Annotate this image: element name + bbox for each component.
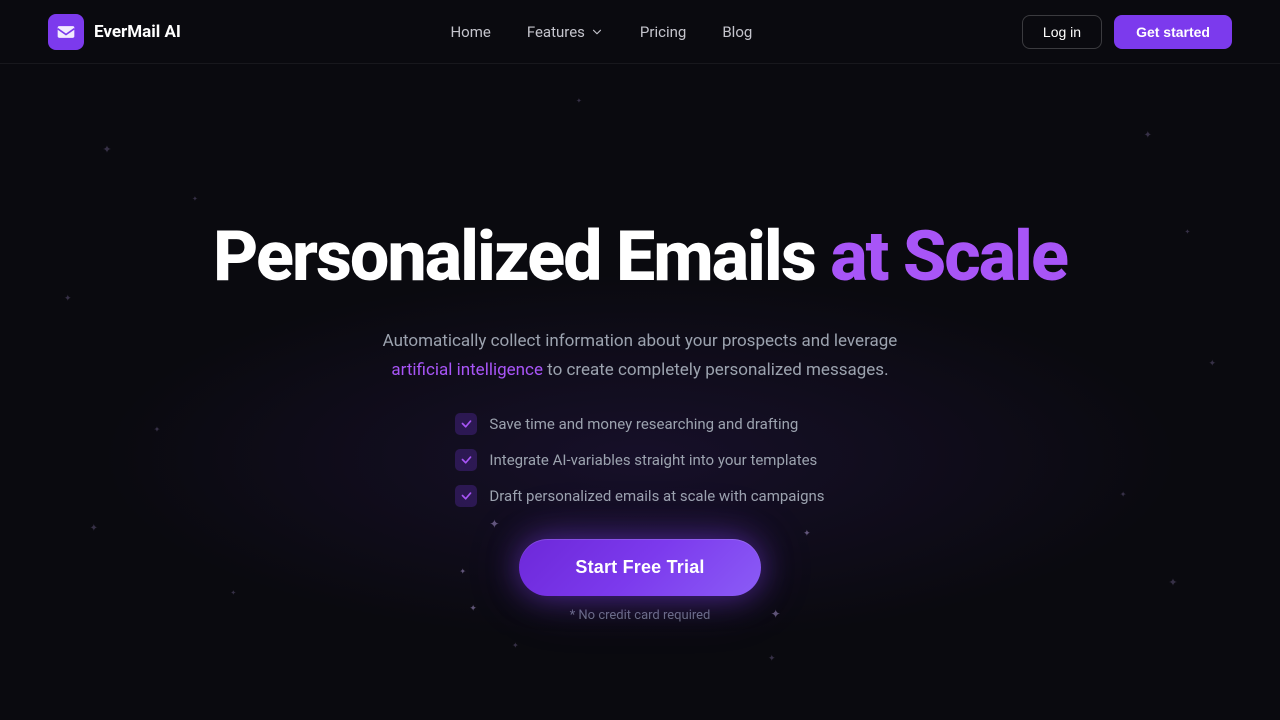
start-trial-button[interactable]: Start Free Trial: [519, 539, 760, 596]
checklist-label-1: Save time and money researching and draf…: [489, 415, 798, 433]
feature-checklist: Save time and money researching and draf…: [455, 413, 824, 507]
check-icon-3: [455, 485, 477, 507]
nav-link-pricing[interactable]: Pricing: [640, 23, 686, 41]
deco-star: ✦: [1208, 359, 1216, 369]
nav-actions: Log in Get started: [1022, 15, 1232, 49]
checklist-label-3: Draft personalized emails at scale with …: [489, 487, 824, 505]
checklist-item-2: Integrate AI-variables straight into you…: [455, 449, 824, 471]
deco-star: ✦: [1168, 576, 1177, 589]
cta-area: ✦ ✦ ✦ ✦ ✦ Start Free Trial * No credit c…: [519, 539, 760, 623]
cta-button-wrapper: ✦ ✦ ✦ ✦ ✦ Start Free Trial: [519, 539, 760, 596]
nav-item-features[interactable]: Features: [527, 23, 604, 41]
deco-star: ✦: [576, 97, 582, 105]
cta-star-4: ✦: [771, 607, 781, 621]
subtitle-text-before: Automatically collect information about …: [383, 331, 898, 351]
nav-link-home[interactable]: Home: [450, 23, 490, 41]
brand-name: EverMail AI: [94, 22, 181, 42]
deco-star: ✦: [1120, 490, 1127, 499]
cta-star-2: ✦: [803, 529, 811, 539]
nav-link-features[interactable]: Features: [527, 23, 604, 41]
hero-title-white: Personalized Emails: [213, 216, 815, 298]
deco-star: ✦: [1144, 130, 1152, 141]
get-started-button[interactable]: Get started: [1114, 15, 1232, 49]
nav-item-pricing[interactable]: Pricing: [640, 22, 686, 41]
chevron-down-icon: [590, 25, 604, 39]
checklist-item-1: Save time and money researching and draf…: [455, 413, 824, 435]
brand-logo[interactable]: EverMail AI: [48, 14, 181, 50]
checklist-label-2: Integrate AI-variables straight into you…: [489, 451, 817, 469]
checklist-item-3: Draft personalized emails at scale with …: [455, 485, 824, 507]
nav-link-blog[interactable]: Blog: [722, 23, 752, 41]
hero-subtitle: Automatically collect information about …: [383, 327, 898, 385]
deco-star: ✦: [230, 589, 236, 597]
deco-star: ✦: [64, 294, 72, 304]
deco-star: ✦: [192, 195, 198, 203]
cta-star-5: ✦: [459, 567, 466, 576]
nav-item-home[interactable]: Home: [450, 22, 490, 41]
navbar: EverMail AI Home Features Pricing Blog L…: [0, 0, 1280, 64]
deco-star: ✦: [1185, 228, 1191, 236]
logo-icon: [48, 14, 84, 50]
subtitle-text-after: to create completely personalized messag…: [547, 360, 888, 380]
check-icon-2: [455, 449, 477, 471]
deco-star: ✦: [512, 641, 519, 650]
deco-star: ✦: [90, 523, 98, 534]
ai-link[interactable]: artificial intelligence: [391, 360, 543, 380]
nav-item-blog[interactable]: Blog: [722, 22, 752, 41]
check-icon-1: [455, 413, 477, 435]
deco-star: ✦: [102, 143, 111, 156]
hero-title-purple: at Scale: [830, 216, 1067, 298]
nav-links: Home Features Pricing Blog: [450, 22, 752, 41]
cta-star-1: ✦: [489, 517, 499, 531]
deco-star: ✦: [768, 654, 776, 664]
hero-section: ✦ ✦ ✦ ✦ ✦ ✦ ✦ ✦ ✦ ✦ ✦ ✦ ✦ ✦ Personalized…: [0, 64, 1280, 720]
hero-title: Personalized Emails at Scale: [213, 221, 1067, 295]
cta-star-3: ✦: [469, 604, 477, 614]
deco-star: ✦: [154, 425, 161, 434]
no-credit-card-text: * No credit card required: [570, 608, 711, 623]
login-button[interactable]: Log in: [1022, 15, 1102, 49]
